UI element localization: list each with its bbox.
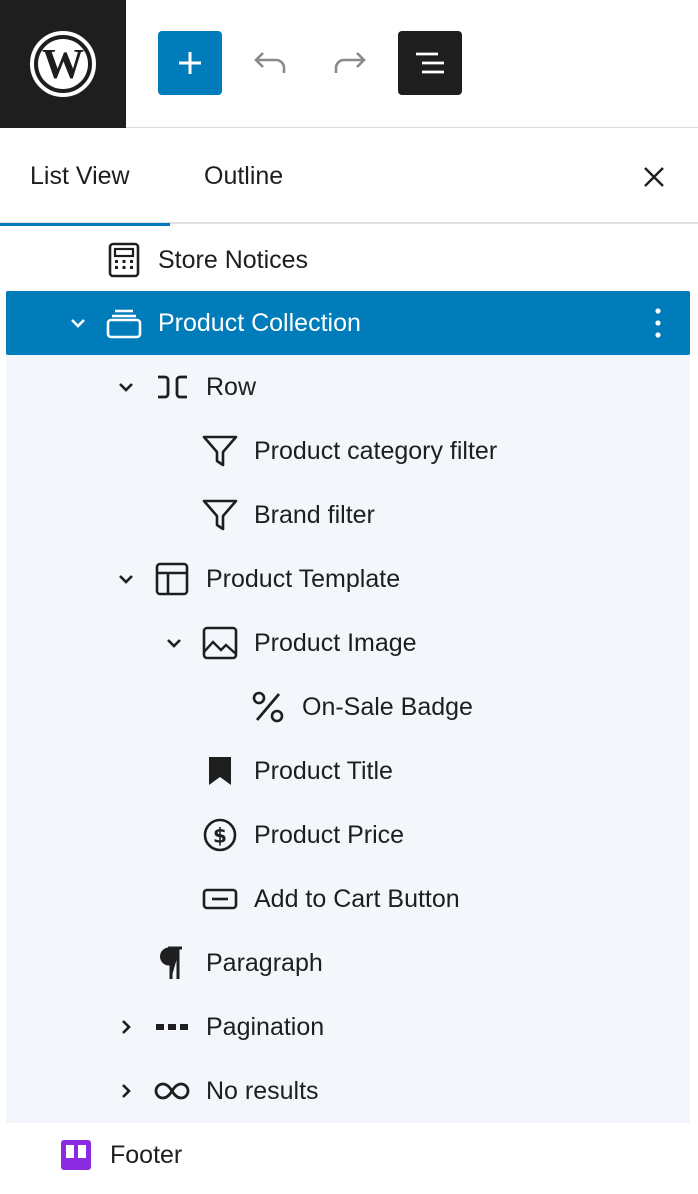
list-item-footer[interactable]: Footer <box>6 1123 690 1187</box>
list-item-label: Product Template <box>206 565 401 593</box>
list-item-label: Product Price <box>254 821 405 849</box>
list-item-label: Add to Cart Button <box>254 885 460 913</box>
tab-list-view-label: List View <box>30 162 130 190</box>
list-item-brand-filter[interactable]: Brand filter <box>6 483 690 547</box>
row-icon <box>154 369 190 405</box>
chevron-right-icon[interactable] <box>114 1015 138 1039</box>
list-item-label: Pagination <box>206 1013 325 1041</box>
sidebar-tabs: List View Outline <box>0 129 698 226</box>
undo-icon <box>254 52 286 73</box>
button-icon <box>202 881 238 917</box>
chevron-right-icon[interactable] <box>114 1079 138 1103</box>
list-item-store-notices[interactable]: Store Notices <box>6 228 690 292</box>
footer-icon <box>58 1137 94 1173</box>
list-item-pagination[interactable]: Pagination <box>6 995 690 1059</box>
dollar-circle-icon: $ <box>202 817 238 853</box>
plus-icon <box>179 52 201 74</box>
undo-button[interactable] <box>238 31 302 95</box>
tab-outline-label: Outline <box>204 162 284 190</box>
list-item-label: Paragraph <box>206 949 323 977</box>
list-item-product-title[interactable]: Product Title <box>6 739 690 803</box>
list-item-no-results[interactable]: No results <box>6 1059 690 1123</box>
close-icon <box>644 167 664 187</box>
chevron-down-icon[interactable] <box>66 311 90 335</box>
list-item-label: Product Collection <box>158 309 361 337</box>
list-item-add-to-cart-button[interactable]: Add to Cart Button <box>6 867 690 931</box>
filter-icon <box>202 497 238 533</box>
chevron-down-icon[interactable] <box>162 631 186 655</box>
list-item-label: On-Sale Badge <box>302 693 473 721</box>
paragraph-icon <box>154 945 190 981</box>
redo-button[interactable] <box>318 31 382 95</box>
editor-toolbar: W <box>0 0 698 128</box>
list-view-toggle-button[interactable] <box>398 31 462 95</box>
list-item-label: Row <box>206 373 257 401</box>
chevron-down-icon[interactable] <box>114 567 138 591</box>
list-item-product-price[interactable]: $ Product Price <box>6 803 690 867</box>
list-item-product-category-filter[interactable]: Product category filter <box>6 419 690 483</box>
list-item-label: Footer <box>110 1141 183 1169</box>
pagination-icon <box>154 1009 190 1045</box>
list-item-on-sale-badge[interactable]: On-Sale Badge <box>6 675 690 739</box>
bookmark-icon <box>202 753 238 789</box>
percent-icon <box>250 689 286 725</box>
layout-icon <box>154 561 190 597</box>
list-item-product-collection[interactable]: Product Collection <box>6 291 690 355</box>
store-notices-icon <box>106 242 142 278</box>
wordpress-logo-button[interactable]: W <box>0 0 126 128</box>
list-item-label: Store Notices <box>158 246 309 274</box>
list-item-label: Product category filter <box>254 437 498 465</box>
add-block-button[interactable] <box>158 31 222 95</box>
close-sidebar-button[interactable] <box>634 157 674 197</box>
svg-text:W: W <box>42 42 84 88</box>
tab-list-view[interactable]: List View <box>0 129 170 226</box>
tab-outline[interactable]: Outline <box>170 129 320 224</box>
list-item-label: Product Title <box>254 757 393 785</box>
product-collection-icon <box>106 305 142 341</box>
filter-icon <box>202 433 238 469</box>
chevron-down-icon[interactable] <box>114 375 138 399</box>
no-results-icon <box>154 1073 190 1109</box>
image-icon <box>202 625 238 661</box>
list-item-row[interactable]: Row <box>6 355 690 419</box>
list-item-label: No results <box>206 1077 319 1105</box>
list-view-icon <box>416 52 444 74</box>
list-item-product-template[interactable]: Product Template <box>6 547 690 611</box>
list-item-product-image[interactable]: Product Image <box>6 611 690 675</box>
list-item-label: Brand filter <box>254 501 375 529</box>
list-item-label: Product Image <box>254 629 417 657</box>
wordpress-logo-icon: W <box>30 31 96 97</box>
more-options-icon[interactable] <box>648 305 668 341</box>
svg-text:$: $ <box>213 824 227 848</box>
redo-icon <box>334 52 366 73</box>
list-item-paragraph[interactable]: Paragraph <box>6 931 690 995</box>
